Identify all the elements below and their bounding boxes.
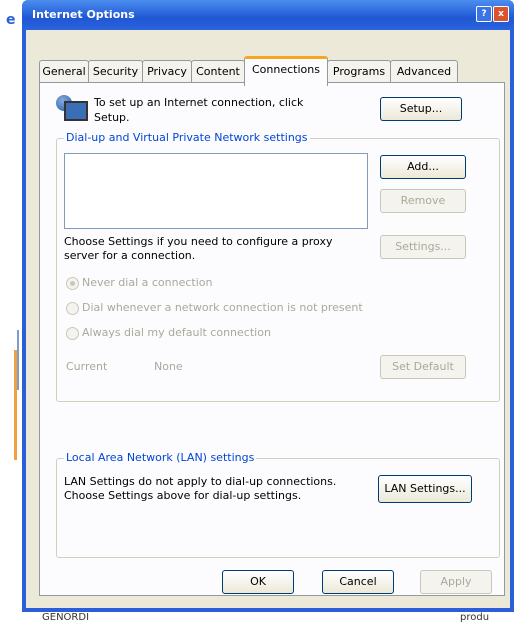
background-text-right: produ — [460, 612, 490, 623]
setup-button[interactable]: Setup... — [380, 97, 462, 121]
tab-connections[interactable]: Connections — [244, 56, 328, 86]
always-dial-label: Always dial my default connection — [82, 326, 271, 339]
window-title: Internet Options — [32, 8, 135, 21]
proxy-instructions: Choose Settings if you need to configure… — [64, 235, 333, 262]
lan-settings-button[interactable]: LAN Settings... — [378, 475, 472, 503]
current-value: None — [154, 360, 183, 373]
radio-always-dial[interactable] — [66, 327, 79, 340]
remove-button[interactable]: Remove — [380, 189, 466, 213]
background-accent-blue — [17, 330, 19, 390]
tab-advanced[interactable]: Advanced — [390, 60, 458, 83]
set-default-button[interactable]: Set Default — [380, 355, 466, 379]
add-button[interactable]: Add... — [380, 155, 466, 179]
network-connection-icon — [56, 93, 92, 123]
tab-general[interactable]: General — [39, 60, 89, 83]
settings-button[interactable]: Settings... — [380, 235, 466, 259]
cancel-button[interactable]: Cancel — [322, 570, 394, 594]
tab-content[interactable]: Content — [191, 60, 245, 83]
background-text-left: GENORDI — [42, 612, 90, 623]
never-dial-label: Never dial a connection — [82, 276, 213, 289]
lan-settings-group — [56, 458, 500, 558]
tab-security[interactable]: Security — [88, 60, 143, 83]
lan-description: LAN Settings do not apply to dial-up con… — [64, 475, 337, 502]
ok-button[interactable]: OK — [222, 570, 294, 594]
internet-options-dialog: e Internet Options ? x General Security … — [6, 0, 514, 612]
radio-dial-when-no-network[interactable] — [66, 302, 79, 315]
computer-icon — [64, 101, 88, 121]
connections-listbox[interactable] — [64, 153, 368, 229]
radio-selected-dot — [70, 281, 75, 286]
dialog-client-area: General Security Privacy Content Connect… — [26, 30, 510, 608]
radio-never-dial[interactable] — [66, 277, 79, 290]
lan-group-label: Local Area Network (LAN) settings — [64, 451, 257, 464]
current-label: Current — [66, 360, 108, 373]
close-button[interactable]: x — [493, 6, 509, 22]
tab-privacy[interactable]: Privacy — [142, 60, 192, 83]
connections-tab-page: To set up an Internet connection, click … — [39, 82, 505, 596]
ie-app-icon: e — [6, 12, 16, 28]
apply-button[interactable]: Apply — [420, 570, 492, 594]
setup-description: To set up an Internet connection, click … — [94, 96, 304, 124]
help-button[interactable]: ? — [476, 6, 492, 22]
title-bar[interactable]: e Internet Options ? x — [6, 0, 514, 30]
dialup-group-label: Dial-up and Virtual Private Network sett… — [64, 131, 310, 144]
tab-programs[interactable]: Programs — [327, 60, 391, 83]
dial-when-no-network-label: Dial whenever a network connection is no… — [82, 301, 363, 314]
